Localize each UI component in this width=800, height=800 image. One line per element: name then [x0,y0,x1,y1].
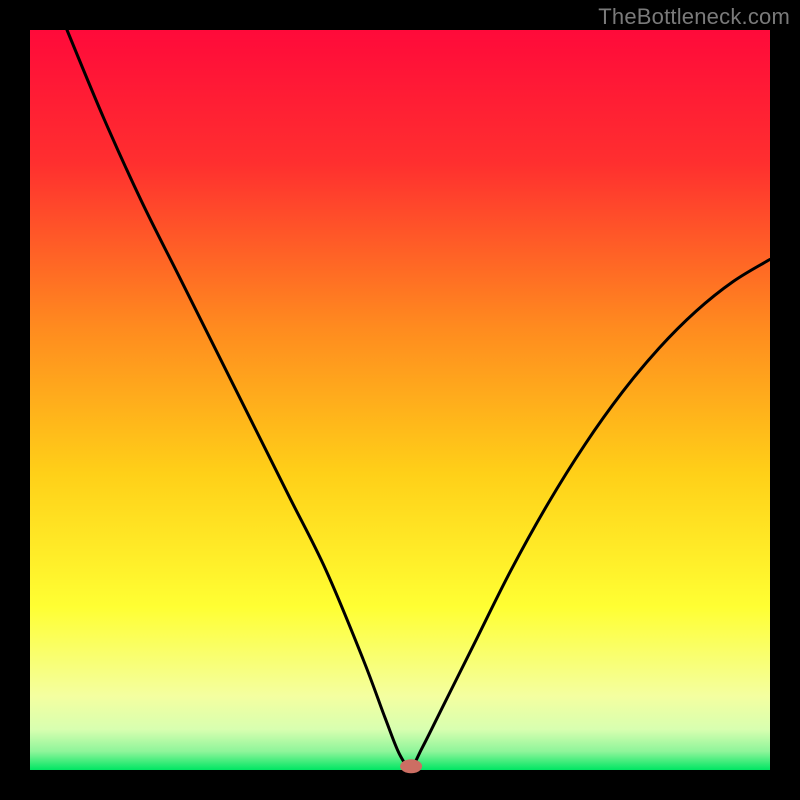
chart-frame: TheBottleneck.com [0,0,800,800]
plot-background [30,30,770,770]
optimal-marker [400,759,422,773]
watermark-text: TheBottleneck.com [598,4,790,30]
bottleneck-chart [0,0,800,800]
